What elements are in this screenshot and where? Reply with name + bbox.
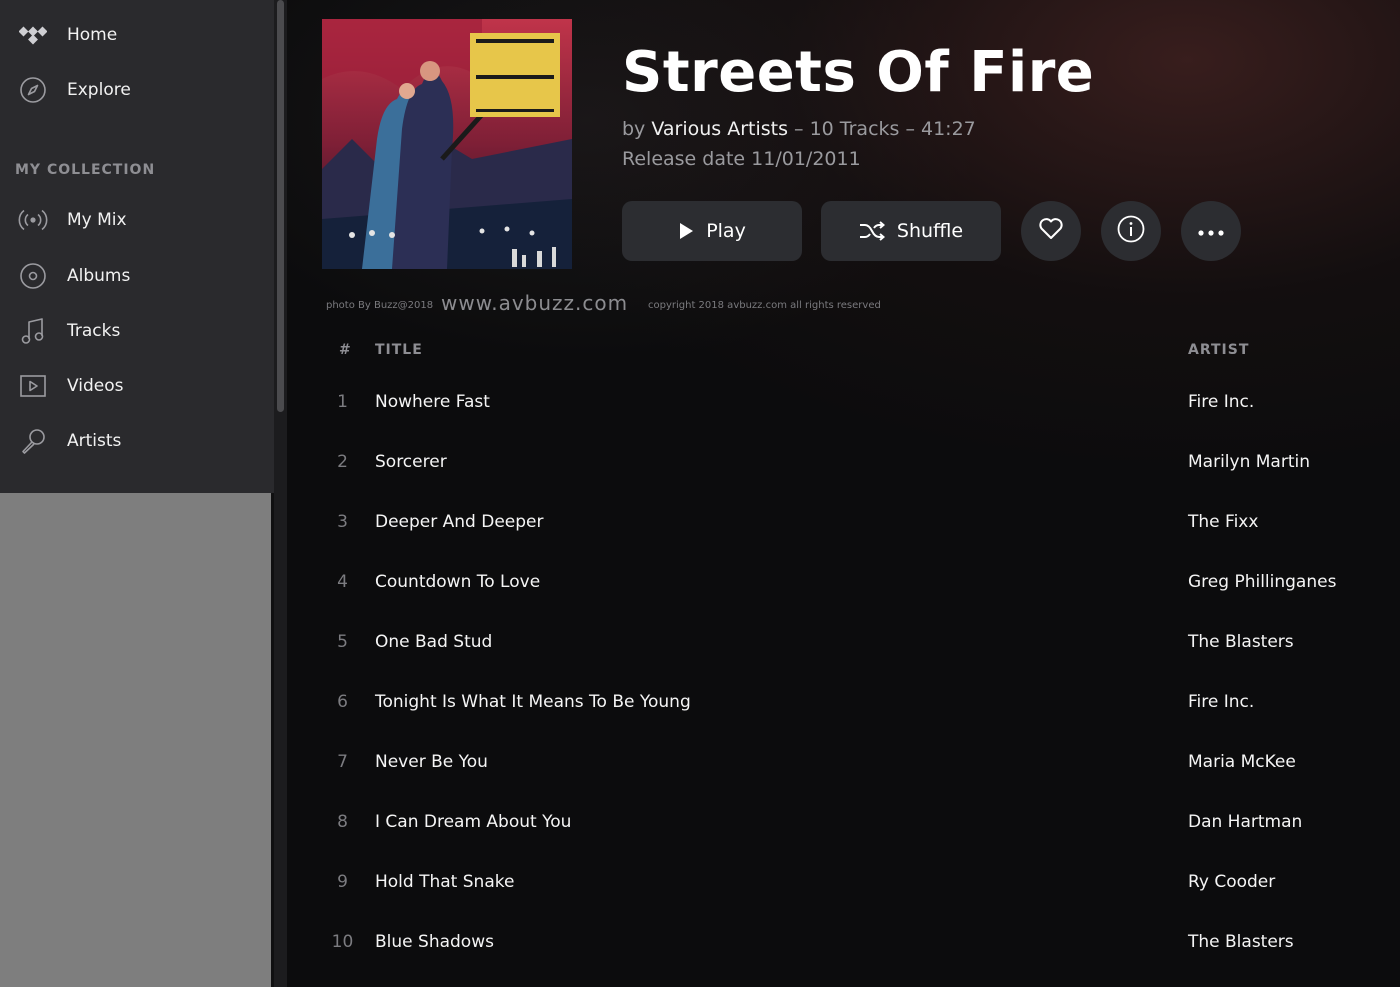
radio-waves-icon [18,205,48,235]
track-title[interactable]: One Bad Stud [375,632,492,652]
scrollbar-thumb[interactable] [277,0,284,412]
by-prefix: by [622,118,646,140]
album-page: Streets Of Fire by Various Artists – 10 … [287,0,1400,987]
track-title[interactable]: Deeper And Deeper [375,512,544,532]
track-number: 4 [337,572,348,592]
table-row[interactable]: 5 One Bad Stud The Blasters [322,612,1382,672]
info-icon [1116,214,1146,248]
release-date: Release date 11/01/2011 [622,148,861,170]
track-title[interactable]: Sorcerer [375,452,447,472]
compass-icon [18,75,48,105]
table-row[interactable]: 10 Blue Shadows The Blasters [322,912,1382,972]
track-artist[interactable]: Fire Inc. [1188,392,1254,412]
favorite-button[interactable] [1021,201,1081,261]
track-artist[interactable]: Greg Phillinganes [1188,572,1336,592]
track-artist[interactable]: Dan Hartman [1188,812,1302,832]
sidebar-item-videos[interactable]: Videos [0,364,274,408]
play-label: Play [706,220,746,242]
shuffle-icon [859,220,885,242]
track-number: 10 [331,932,354,952]
album-title: Streets Of Fire [622,40,1095,105]
track-info: – 10 Tracks – 41:27 [788,118,976,140]
sidebar-item-explore[interactable]: Explore [0,68,274,112]
track-number: 5 [337,632,348,652]
track-number: 1 [337,392,348,412]
track-number: 8 [337,812,348,832]
sidebar-empty-area [0,493,271,987]
sidebar-item-label: My Mix [67,210,127,230]
track-number: 6 [337,692,348,712]
sidebar-item-label: Tracks [67,321,121,341]
sidebar-scrollbar[interactable] [274,0,287,987]
album-meta: by Various Artists – 10 Tracks – 41:27 [622,118,976,140]
watermark-site: www.avbuzz.com [441,291,629,315]
table-row[interactable]: 9 Hold That Snake Ry Cooder [322,852,1382,912]
track-title[interactable]: Countdown To Love [375,572,540,592]
column-header-number: # [339,342,352,358]
table-row[interactable]: 4 Countdown To Love Greg Phillinganes [322,552,1382,612]
sidebar-item-my-mix[interactable]: My Mix [0,198,274,242]
album-cover [322,19,572,269]
shuffle-label: Shuffle [896,220,964,242]
track-number: 9 [337,872,348,892]
track-number: 2 [337,452,348,472]
sidebar-item-label: Albums [67,266,131,286]
track-number: 3 [337,512,348,532]
photo-credit: photo By Buzz@2018 [326,300,434,311]
music-note-icon [18,316,48,346]
play-button[interactable]: Play [622,201,802,261]
sidebar-item-albums[interactable]: Albums [0,254,274,298]
shuffle-button[interactable]: Shuffle [821,201,1001,261]
sidebar-item-label: Explore [67,80,131,100]
sidebar: Home Explore MY COLLECTION My Mix Albums… [0,0,274,493]
watermark-copyright: copyright 2018 avbuzz.com all rights res… [648,300,881,311]
table-row[interactable]: 2 Sorcerer Marilyn Martin [322,432,1382,492]
more-icon [1196,222,1226,241]
track-title[interactable]: Nowhere Fast [375,392,490,412]
more-options-button[interactable] [1181,201,1241,261]
column-header-title[interactable]: TITLE [375,342,423,358]
microphone-icon [18,426,48,456]
track-artist[interactable]: Fire Inc. [1188,692,1254,712]
table-row[interactable]: 7 Never Be You Maria McKee [322,732,1382,792]
table-row[interactable]: 6 Tonight Is What It Means To Be Young F… [322,672,1382,732]
track-title[interactable]: I Can Dream About You [375,812,571,832]
track-number: 7 [337,752,348,772]
track-artist[interactable]: Ry Cooder [1188,872,1275,892]
column-header-artist[interactable]: ARTIST [1188,342,1249,358]
track-artist[interactable]: Marilyn Martin [1188,452,1310,472]
sidebar-item-label: Home [67,25,118,45]
my-collection-header: MY COLLECTION [15,162,156,178]
table-row[interactable]: 1 Nowhere Fast Fire Inc. [322,372,1382,432]
disc-icon [18,261,48,291]
sidebar-item-tracks[interactable]: Tracks [0,309,274,353]
track-artist[interactable]: The Blasters [1188,632,1294,652]
info-button[interactable] [1101,201,1161,261]
track-title[interactable]: Tonight Is What It Means To Be Young [375,692,691,712]
track-title[interactable]: Blue Shadows [375,932,494,952]
sidebar-item-label: Artists [67,431,122,451]
track-artist[interactable]: The Fixx [1188,512,1258,532]
sidebar-item-artists[interactable]: Artists [0,419,274,463]
album-artist-link[interactable]: Various Artists [651,118,788,140]
play-icon [678,222,694,240]
track-title[interactable]: Never Be You [375,752,488,772]
track-artist[interactable]: Maria McKee [1188,752,1296,772]
sidebar-item-home[interactable]: Home [0,13,274,57]
tidal-logo-icon [18,20,48,50]
track-artist[interactable]: The Blasters [1188,932,1294,952]
track-title[interactable]: Hold That Snake [375,872,514,892]
table-row[interactable]: 8 I Can Dream About You Dan Hartman [322,792,1382,852]
table-row[interactable]: 3 Deeper And Deeper The Fixx [322,492,1382,552]
video-icon [18,371,48,401]
sidebar-item-label: Videos [67,376,124,396]
heart-icon [1038,217,1064,245]
